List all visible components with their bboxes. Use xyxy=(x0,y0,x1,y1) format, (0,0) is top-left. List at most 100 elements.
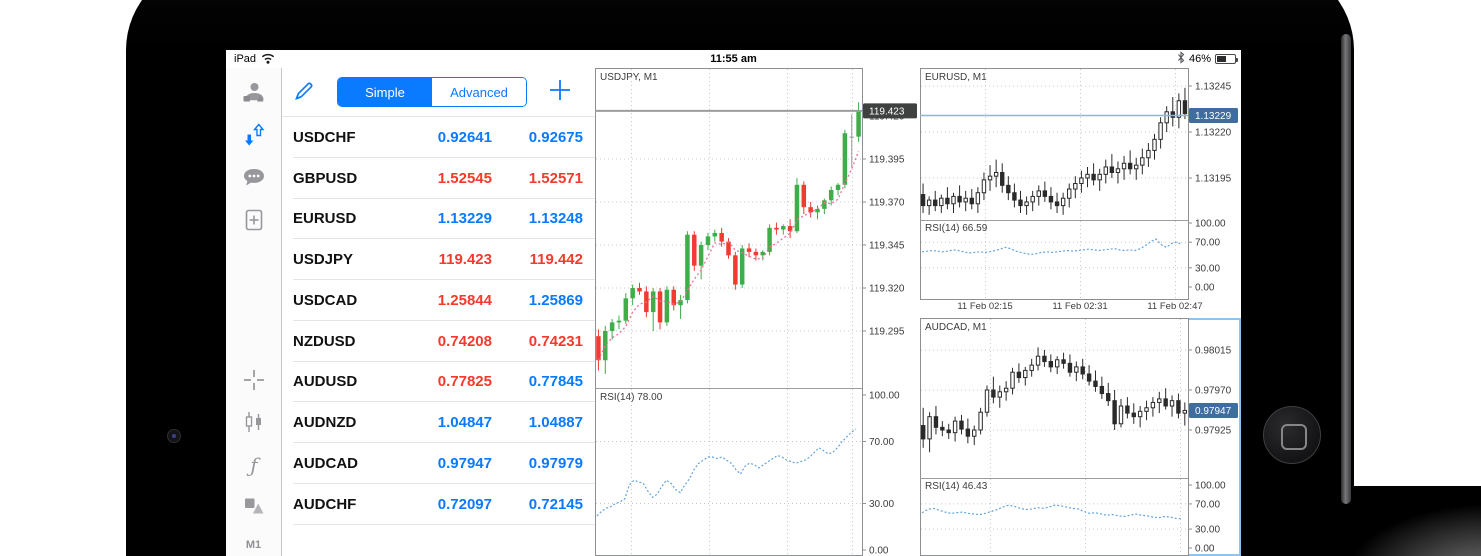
quote-row[interactable]: AUDCHF0.720970.72145 xyxy=(282,484,595,525)
quote-row[interactable]: USDCHF0.926410.92675 xyxy=(282,117,595,158)
quotes-header: Simple Advanced xyxy=(282,68,595,116)
crosshair-icon xyxy=(241,367,267,398)
quote-bid: 0.74208 xyxy=(392,333,492,350)
rsi-indicator-label: RSI(14) 78.00 xyxy=(600,392,662,403)
quote-bid: 0.77825 xyxy=(392,373,492,390)
time-axis-label: 11 Feb 02:47 xyxy=(1147,301,1202,312)
time-axis: 11 Feb 02:15 11 Feb 02:31 11 Feb 02:47 xyxy=(920,301,1188,315)
status-bar: iPad 11:55 am 46% xyxy=(226,50,1241,68)
svg-text:119.320: 119.320 xyxy=(869,284,905,295)
quote-symbol: AUDUSD xyxy=(282,373,392,390)
quote-bid: 0.97947 xyxy=(392,455,492,472)
sidebar-rail: ƒ M1 xyxy=(226,68,282,556)
rsi-indicator-label: RSI(14) 66.59 xyxy=(925,223,987,234)
eurusd-chart-canvas[interactable]: 1.132451.132201.13195100.0070.0030.000.0… xyxy=(920,68,1241,315)
quote-bid: 1.13229 xyxy=(392,210,492,227)
quote-bid: 1.52545 xyxy=(392,170,492,187)
svg-text:70.00: 70.00 xyxy=(1195,499,1220,510)
clock: 11:55 am xyxy=(710,53,756,65)
sidebar-item-quotes[interactable] xyxy=(226,120,281,154)
chart-audcad[interactable]: 0.980150.979700.97925100.0070.0030.000.0… xyxy=(920,318,1241,556)
rsi-indicator-label: RSI(14) 46.43 xyxy=(925,481,987,492)
quote-row[interactable]: USDJPY119.423119.442 xyxy=(282,239,595,280)
quote-symbol: USDCAD xyxy=(282,292,392,309)
svg-text:1.13229: 1.13229 xyxy=(1195,111,1232,122)
quote-row[interactable]: AUDNZD1.048471.04887 xyxy=(282,402,595,443)
quote-ask: 1.13248 xyxy=(492,210,595,227)
chart-symbol-label: AUDCAD, M1 xyxy=(925,322,987,333)
plus-icon xyxy=(547,77,573,108)
quotes-panel: Simple Advanced USDCHF0.926410.92675GBPU… xyxy=(282,68,595,556)
quote-symbol: AUDCAD xyxy=(282,455,392,472)
quote-row[interactable]: USDCAD1.258441.25869 xyxy=(282,280,595,321)
quote-ask: 1.04887 xyxy=(492,414,595,431)
quote-row[interactable]: AUDCAD0.979470.97979 xyxy=(282,443,595,484)
battery-percent: 46% xyxy=(1189,53,1211,65)
tab-simple[interactable]: Simple xyxy=(338,78,432,106)
battery-icon xyxy=(1215,54,1236,64)
quote-symbol: AUDNZD xyxy=(282,414,392,431)
app-screen: iPad 11:55 am 46% xyxy=(226,50,1241,556)
home-button[interactable] xyxy=(1263,406,1321,464)
svg-text:0.00: 0.00 xyxy=(869,546,889,556)
quote-ask: 0.92675 xyxy=(492,129,595,146)
quote-symbol: NZDUSD xyxy=(282,333,392,350)
quote-symbol: USDCHF xyxy=(282,129,392,146)
sidebar-item-chart-type[interactable] xyxy=(226,407,281,441)
sidebar-item-accounts[interactable] xyxy=(226,78,281,112)
quote-symbol: USDJPY xyxy=(282,251,392,268)
quote-ask: 0.74231 xyxy=(492,333,595,350)
chart-symbol-label: EURUSD, M1 xyxy=(925,72,987,83)
ipad-trading-screenshot: iPad 11:55 am 46% xyxy=(0,0,1481,556)
shapes-icon xyxy=(241,492,267,523)
quote-symbol: EURUSD xyxy=(282,210,392,227)
svg-text:30.00: 30.00 xyxy=(869,499,894,510)
quote-bid: 0.72097 xyxy=(392,496,492,513)
svg-text:100.00: 100.00 xyxy=(1195,481,1226,492)
quote-ask: 1.25869 xyxy=(492,292,595,309)
pencil-icon xyxy=(292,79,316,108)
quote-ask: 1.52571 xyxy=(492,170,595,187)
sidebar-item-objects[interactable] xyxy=(226,490,281,524)
chart-eurusd[interactable]: 1.132451.132201.13195100.0070.0030.000.0… xyxy=(920,68,1241,315)
sidebar-item-chat[interactable] xyxy=(226,163,281,197)
timeframe-label[interactable]: M1 xyxy=(226,539,281,551)
wifi-icon xyxy=(261,52,275,67)
quote-ask: 0.97979 xyxy=(492,455,595,472)
svg-text:0.97947: 0.97947 xyxy=(1195,406,1232,417)
quote-symbol: AUDCHF xyxy=(282,496,392,513)
quotes-list: USDCHF0.926410.92675GBPUSD1.525451.52571… xyxy=(282,116,595,525)
up-down-arrows-icon xyxy=(241,122,267,153)
usdjpy-chart-canvas[interactable]: 119.420119.395119.370119.345119.320119.2… xyxy=(595,68,920,556)
quote-row[interactable]: EURUSD1.132291.13248 xyxy=(282,199,595,240)
svg-text:119.395: 119.395 xyxy=(869,155,905,166)
front-camera xyxy=(167,429,181,443)
view-mode-segmented-control: Simple Advanced xyxy=(337,77,527,107)
audcad-chart-canvas[interactable]: 0.980150.979700.97925100.0070.0030.000.0… xyxy=(920,318,1241,556)
quote-bid: 119.423 xyxy=(392,251,492,268)
add-symbol-button[interactable] xyxy=(545,77,575,107)
sidebar-item-new-order[interactable] xyxy=(226,205,281,239)
svg-text:119.345: 119.345 xyxy=(869,241,905,252)
quote-ask: 0.72145 xyxy=(492,496,595,513)
svg-text:30.00: 30.00 xyxy=(1195,263,1220,274)
quote-symbol: GBPUSD xyxy=(282,170,392,187)
edit-button[interactable] xyxy=(290,79,318,107)
chart-usdjpy[interactable]: 119.420119.395119.370119.345119.320119.2… xyxy=(595,68,920,556)
chart-symbol-label: USDJPY, M1 xyxy=(600,72,658,83)
svg-text:100.00: 100.00 xyxy=(1195,219,1226,230)
person-briefcase-icon xyxy=(241,80,267,111)
svg-text:0.00: 0.00 xyxy=(1195,283,1215,294)
time-axis-label: 11 Feb 02:31 xyxy=(1052,301,1107,312)
quote-row[interactable]: NZDUSD0.742080.74231 xyxy=(282,321,595,362)
sidebar-item-crosshair[interactable] xyxy=(226,365,281,399)
quote-bid: 1.25844 xyxy=(392,292,492,309)
svg-text:119.370: 119.370 xyxy=(869,198,905,209)
quote-row[interactable]: GBPUSD1.525451.52571 xyxy=(282,158,595,199)
chat-bubble-icon xyxy=(241,165,267,196)
quote-row[interactable]: AUDUSD0.778250.77845 xyxy=(282,362,595,403)
document-plus-icon xyxy=(241,207,267,238)
time-axis-label: 11 Feb 02:15 xyxy=(957,301,1012,312)
sidebar-item-indicators[interactable]: ƒ xyxy=(226,448,281,482)
tab-advanced[interactable]: Advanced xyxy=(432,78,526,106)
